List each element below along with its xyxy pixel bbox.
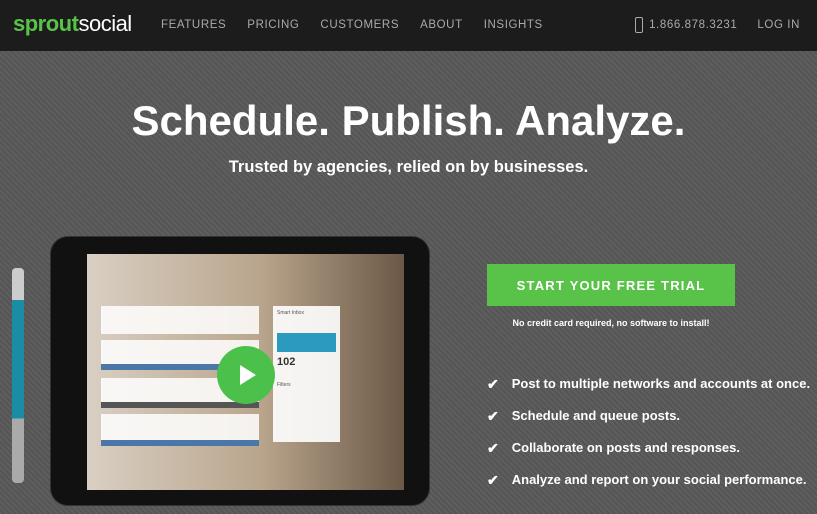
check-icon: ✔	[487, 472, 499, 488]
check-icon: ✔	[487, 376, 499, 392]
video-screen[interactable]: Smart Inbox 102 Filters	[87, 254, 404, 490]
login-link[interactable]: LOG IN	[757, 19, 800, 31]
logo[interactable]: sproutsocial	[13, 11, 132, 37]
tablet-video: Smart Inbox 102 Filters	[50, 236, 430, 506]
hero-title: Schedule. Publish. Analyze.	[131, 97, 686, 144]
check-icon: ✔	[487, 408, 499, 424]
feature-item: ✔ Schedule and queue posts.	[487, 408, 810, 440]
phone-icon	[635, 17, 644, 33]
play-button[interactable]	[217, 346, 275, 404]
feature-item: ✔ Post to multiple networks and accounts …	[487, 376, 810, 408]
comment-bar	[101, 440, 259, 446]
comment-bar	[101, 402, 259, 408]
inbox-chart	[277, 320, 336, 352]
start-free-trial-button[interactable]: START YOUR FREE TRIAL	[487, 264, 735, 306]
nav-features[interactable]: FEATURES	[161, 19, 226, 31]
nav-insights[interactable]: INSIGHTS	[484, 19, 543, 31]
feature-list: ✔ Post to multiple networks and accounts …	[487, 376, 810, 504]
post-card	[101, 414, 259, 442]
phone-number: 1.866.878.3231	[649, 19, 738, 31]
feature-item: ✔ Collaborate on posts and responses.	[487, 440, 810, 472]
trial-note: No credit card required, no software to …	[512, 318, 710, 328]
feature-item: ✔ Analyze and report on your social perfo…	[487, 472, 810, 504]
nav-about[interactable]: ABOUT	[420, 19, 463, 31]
smart-inbox-panel: Smart Inbox 102 Filters	[273, 306, 340, 442]
post-card	[101, 306, 259, 334]
top-nav: sproutsocial FEATURES PRICING CUSTOMERS …	[0, 0, 817, 51]
check-icon: ✔	[487, 440, 499, 456]
nav-pricing[interactable]: PRICING	[247, 19, 299, 31]
hero-subtitle: Trusted by agencies, relied on by busine…	[228, 158, 589, 176]
nav-customers[interactable]: CUSTOMERS	[320, 19, 399, 31]
pen-image	[12, 268, 24, 483]
